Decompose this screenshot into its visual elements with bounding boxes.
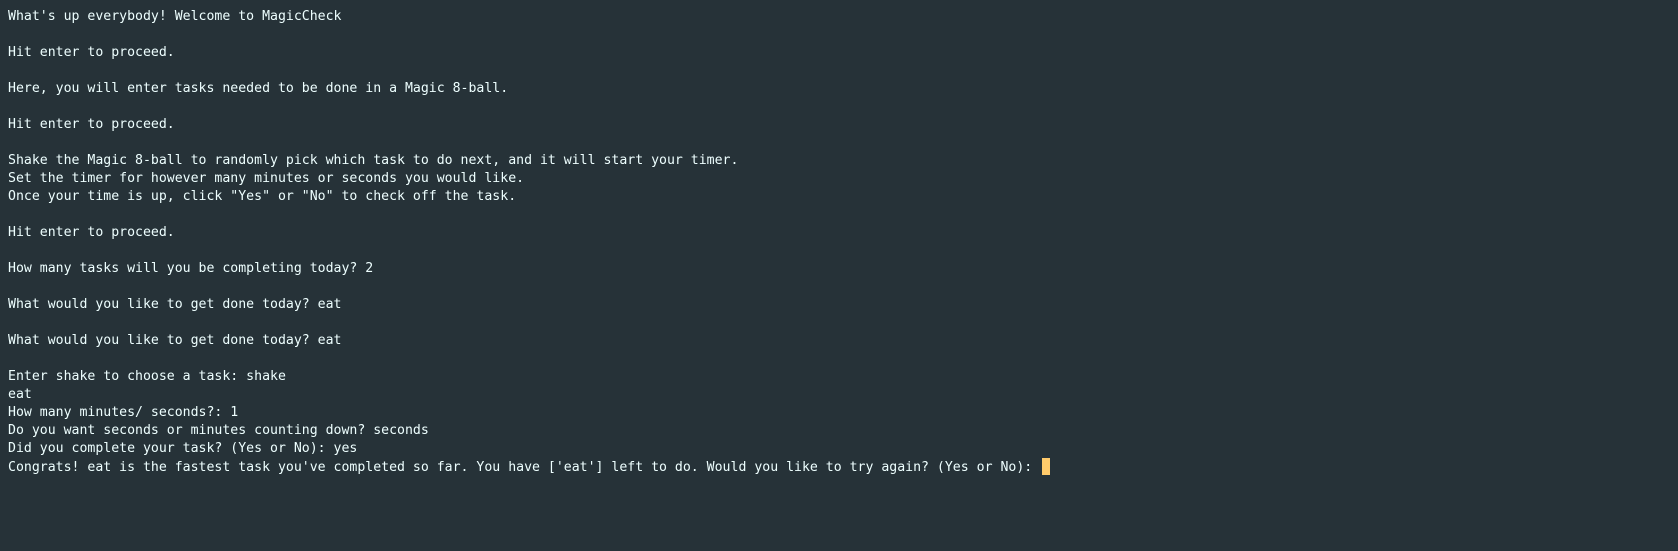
terminal-prompt: Congrats! eat is the fastest task you've… <box>8 460 1041 475</box>
terminal-line: Once your time is up, click "Yes" or "No… <box>8 189 517 204</box>
terminal-line: How many tasks will you be completing to… <box>8 261 374 276</box>
terminal-line: Enter shake to choose a task: shake <box>8 369 286 384</box>
terminal-line: What's up everybody! Welcome to MagicChe… <box>8 9 342 24</box>
terminal-line: Here, you will enter tasks needed to be … <box>8 81 509 96</box>
terminal-line: What would you like to get done today? e… <box>8 297 342 312</box>
terminal-window[interactable]: What's up everybody! Welcome to MagicChe… <box>0 0 1678 551</box>
terminal-line: Set the timer for however many minutes o… <box>8 171 525 186</box>
terminal-line: Did you complete your task? (Yes or No):… <box>8 441 358 456</box>
terminal-line: What would you like to get done today? e… <box>8 333 342 348</box>
terminal-line: Hit enter to proceed. <box>8 225 175 240</box>
text-cursor[interactable] <box>1042 458 1051 475</box>
terminal-line: Hit enter to proceed. <box>8 45 175 60</box>
terminal-line: Shake the Magic 8-ball to randomly pick … <box>8 153 739 168</box>
terminal-line: eat <box>8 387 32 402</box>
terminal-line: Do you want seconds or minutes counting … <box>8 423 429 438</box>
terminal-line: Hit enter to proceed. <box>8 117 175 132</box>
terminal-line: How many minutes/ seconds?: 1 <box>8 405 239 420</box>
terminal-input-line[interactable]: Congrats! eat is the fastest task you've… <box>8 458 1678 476</box>
